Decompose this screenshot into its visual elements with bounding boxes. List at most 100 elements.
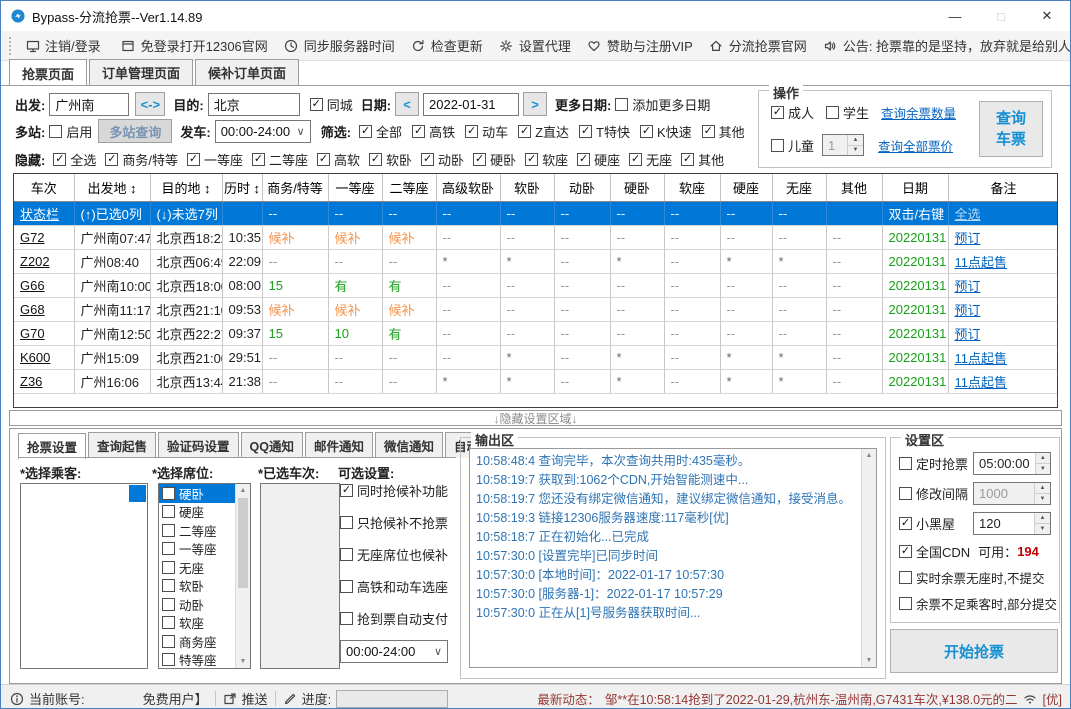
- query-remaining-link[interactable]: 查询余票数量: [881, 103, 956, 122]
- hide-checkbox-6[interactable]: ✓动卧: [421, 150, 464, 169]
- note-link[interactable]: 预订: [955, 231, 981, 246]
- seat-option-1[interactable]: 硬座: [159, 503, 236, 522]
- stepper-up-icon[interactable]: ▲: [1035, 483, 1050, 494]
- tab-settings-0[interactable]: 抢票设置: [18, 433, 86, 459]
- train-row-Z36[interactable]: Z36广州16:06北京西13:4421:38------**--*--**--…: [14, 370, 1058, 394]
- column-header-16[interactable]: 备注: [948, 174, 1058, 202]
- scroll-up-icon[interactable]: ▲: [866, 449, 873, 462]
- tab-main-2[interactable]: 候补订单页面: [195, 59, 299, 85]
- column-header-8[interactable]: 软卧: [500, 174, 554, 202]
- column-header-0[interactable]: 车次: [14, 174, 74, 202]
- train-number-link[interactable]: Z202: [20, 254, 50, 269]
- train-number-link[interactable]: G66: [20, 278, 45, 293]
- stepper-up-icon[interactable]: ▲: [848, 135, 863, 146]
- scroll-down-icon[interactable]: ▼: [240, 655, 247, 668]
- seat-option-3[interactable]: 一等座: [159, 540, 236, 559]
- train-number-link[interactable]: G68: [20, 302, 45, 317]
- start-grab-button[interactable]: 开始抢票: [890, 629, 1058, 673]
- seat-option-8[interactable]: 商务座: [159, 632, 236, 651]
- note-link[interactable]: 11点起售: [955, 351, 1008, 366]
- push-label[interactable]: 推送: [242, 689, 268, 708]
- student-checkbox[interactable]: 学生: [826, 103, 869, 122]
- add-more-dates-checkbox[interactable]: 添加更多日期: [615, 95, 710, 114]
- scroll-up-icon[interactable]: ▲: [240, 484, 247, 497]
- query-price-link[interactable]: 查询全部票价: [878, 136, 953, 155]
- scroll-down-icon[interactable]: ▼: [866, 654, 873, 667]
- hide-settings-divider[interactable]: ↓隐藏设置区域↓: [9, 410, 1062, 426]
- setting-check-1[interactable]: 余票不足乘客时,部分提交: [899, 594, 1057, 613]
- train-row-Z202[interactable]: Z202广州08:40北京西06:4922:09------**--*--**-…: [14, 250, 1058, 274]
- column-header-6[interactable]: 二等座: [382, 174, 436, 202]
- tab-settings-2[interactable]: 验证码设置: [158, 432, 239, 458]
- stepper-up-icon[interactable]: ▲: [1035, 513, 1050, 524]
- scrollbar-thumb[interactable]: [238, 498, 248, 588]
- toolbar-item-1[interactable]: 免登录打开12306官网: [113, 31, 276, 60]
- status-bar-link[interactable]: 状态栏: [20, 207, 59, 222]
- query-tickets-button[interactable]: 查询车票: [979, 101, 1043, 157]
- hide-checkbox-8[interactable]: ✓软座: [525, 150, 568, 169]
- stepper-down-icon[interactable]: ▼: [1035, 524, 1050, 534]
- train-number-link[interactable]: K600: [20, 350, 50, 365]
- toolbar-item-6[interactable]: 分流抢票官网: [701, 31, 815, 60]
- tab-main-0[interactable]: 抢票页面: [9, 59, 87, 86]
- tab-settings-5[interactable]: 微信通知: [375, 432, 443, 458]
- hide-checkbox-0[interactable]: ✓全选: [53, 150, 96, 169]
- child-checkbox[interactable]: 儿童: [771, 136, 814, 155]
- close-button[interactable]: ✕: [1024, 1, 1070, 31]
- column-header-14[interactable]: 其他: [826, 174, 882, 202]
- toolbar-item-5[interactable]: 赞助与注册VIP: [579, 31, 701, 60]
- note-link[interactable]: 11点起售: [955, 375, 1008, 390]
- column-header-1[interactable]: 出发地 ↕: [74, 174, 150, 202]
- hide-checkbox-10[interactable]: ✓无座: [629, 150, 672, 169]
- output-scrollbar[interactable]: ▲ ▼: [861, 449, 876, 667]
- tab-settings-1[interactable]: 查询起售: [88, 432, 156, 458]
- train-number-link[interactable]: Z36: [20, 374, 42, 389]
- depart-time-select[interactable]: 00:00-24:00∨: [215, 120, 311, 143]
- date-prev-button[interactable]: <: [395, 92, 419, 116]
- select-all-link[interactable]: 全选: [955, 207, 981, 222]
- setting-stepper-2[interactable]: 120▲▼: [973, 512, 1051, 535]
- train-row-G66[interactable]: G66广州南10:00北京西18:0008:0015有有------------…: [14, 274, 1058, 298]
- filter-checkbox-0[interactable]: ✓全部: [359, 122, 402, 141]
- hide-checkbox-7[interactable]: ✓硬卧: [473, 150, 516, 169]
- seat-list-scrollbar[interactable]: ▲ ▼: [235, 484, 250, 668]
- option-checkbox-0[interactable]: ✓同时抢候补功能: [340, 481, 448, 500]
- filter-checkbox-5[interactable]: ✓K快速: [640, 122, 692, 141]
- column-header-15[interactable]: 日期: [882, 174, 948, 202]
- note-link[interactable]: 预订: [955, 303, 981, 318]
- hide-checkbox-11[interactable]: ✓其他: [681, 150, 724, 169]
- column-header-11[interactable]: 软座: [664, 174, 720, 202]
- setting-checkbox-2[interactable]: ✓小黑屋: [899, 514, 955, 533]
- filter-checkbox-3[interactable]: ✓Z直达: [518, 122, 569, 141]
- multi-query-button[interactable]: 多站查询: [98, 119, 172, 143]
- train-row-K600[interactable]: K600广州15:09北京西21:0029:51--------*--*--**…: [14, 346, 1058, 370]
- multi-enable-checkbox[interactable]: 启用: [49, 122, 92, 141]
- hide-checkbox-3[interactable]: ✓二等座: [252, 150, 308, 169]
- option-checkbox-4[interactable]: 抢到票自动支付: [340, 609, 448, 628]
- swap-stations-button[interactable]: <->: [135, 92, 165, 116]
- column-header-7[interactable]: 高级软卧: [436, 174, 500, 202]
- column-header-10[interactable]: 硬卧: [610, 174, 664, 202]
- adult-checkbox[interactable]: ✓成人: [771, 103, 814, 122]
- note-link[interactable]: 预订: [955, 279, 981, 294]
- toolbar-item-0[interactable]: 注销/登录: [17, 31, 109, 60]
- cdn-checkbox[interactable]: ✓全国CDN: [899, 542, 970, 561]
- option-checkbox-2[interactable]: 无座席位也候补: [340, 545, 448, 564]
- train-number-link[interactable]: G72: [20, 230, 45, 245]
- tab-main-1[interactable]: 订单管理页面: [89, 59, 193, 85]
- column-header-3[interactable]: 历时 ↕: [222, 174, 262, 202]
- grab-time-range-select[interactable]: 00:00-24:00∨: [340, 640, 448, 663]
- passenger-listbox[interactable]: [20, 483, 148, 669]
- option-checkbox-3[interactable]: 高铁和动车选座: [340, 577, 448, 596]
- toolbar-item-3[interactable]: 检查更新: [403, 31, 491, 60]
- same-city-checkbox[interactable]: ✓同城: [310, 95, 353, 114]
- tab-settings-4[interactable]: 邮件通知: [305, 432, 373, 458]
- column-header-2[interactable]: 目的地 ↕: [150, 174, 222, 202]
- depart-input[interactable]: 广州南: [49, 93, 129, 116]
- setting-check-0[interactable]: 实时余票无座时,不提交: [899, 568, 1044, 587]
- stepper-down-icon[interactable]: ▼: [1036, 464, 1050, 474]
- tab-settings-3[interactable]: QQ通知: [241, 432, 303, 458]
- child-count-stepper[interactable]: 1 ▲▼: [822, 134, 864, 156]
- maximize-button[interactable]: □: [978, 1, 1024, 31]
- seat-option-9[interactable]: 特等座: [159, 651, 236, 669]
